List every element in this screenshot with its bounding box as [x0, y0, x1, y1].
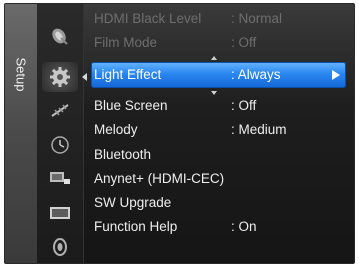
- category-icon-column: [37, 4, 84, 263]
- menu-item-value: : Always: [231, 67, 281, 82]
- submenu-arrow-icon: [332, 70, 340, 80]
- menu-item-sw-upgrade[interactable]: SW Upgrade: [89, 191, 354, 215]
- setup-gear-icon[interactable]: [42, 62, 78, 92]
- menu-item-blue-screen[interactable]: Blue Screen : Off: [89, 94, 354, 118]
- menu-item-label: SW Upgrade: [94, 195, 172, 210]
- menu-item-label: Blue Screen: [94, 98, 168, 113]
- menu-item-label: Anynet+ (HDMI-CEC): [94, 171, 225, 186]
- menu-item-value: : Off: [231, 35, 257, 50]
- menu-item-function-help[interactable]: Function Help : On: [89, 215, 354, 239]
- menu-item-light-effect[interactable]: Light Effect : Always: [91, 62, 346, 88]
- menu-item-bluetooth[interactable]: Bluetooth: [89, 143, 354, 167]
- scroll-up-indicator: [211, 56, 217, 60]
- active-category-pointer: [82, 73, 87, 81]
- menu-item-melody[interactable]: Melody : Medium: [89, 118, 354, 142]
- satellite-dish-icon[interactable]: [48, 26, 72, 48]
- picture-icon[interactable]: [48, 202, 72, 224]
- menu-item-label: HDMI Black Level: [94, 11, 202, 26]
- tv-menu-window: Setup HDMI Black Level: Normal Film Mod…: [4, 3, 355, 264]
- menu-tab-bar: Setup: [5, 4, 37, 263]
- menu-item-hdmi-black-level[interactable]: HDMI Black Level : Normal: [89, 7, 354, 31]
- input-icon[interactable]: [48, 167, 72, 189]
- menu-item-label: Light Effect: [94, 67, 162, 82]
- menu-item-label: Melody: [94, 122, 138, 137]
- menu-item-label: Function Help: [94, 219, 178, 234]
- menu-item-value: : Normal: [231, 11, 283, 26]
- setup-tab[interactable]: Setup: [7, 44, 35, 104]
- menu-item-label: Film Mode: [94, 35, 158, 50]
- setup-tab-label: Setup: [13, 57, 29, 91]
- menu-item-value: : Medium: [231, 122, 287, 137]
- sound-icon[interactable]: [48, 236, 72, 258]
- setup-menu-list: HDMI Black Level : Normal Film Mode : Of…: [89, 4, 354, 263]
- menu-item-label: Bluetooth: [94, 147, 152, 162]
- antenna-icon[interactable]: [48, 99, 72, 121]
- clock-icon[interactable]: [48, 134, 72, 156]
- menu-item-anynet[interactable]: Anynet+ (HDMI-CEC): [89, 167, 354, 191]
- menu-item-film-mode[interactable]: Film Mode : Off: [89, 31, 354, 55]
- menu-item-value: : On: [231, 219, 257, 234]
- menu-item-value: : Off: [231, 98, 257, 113]
